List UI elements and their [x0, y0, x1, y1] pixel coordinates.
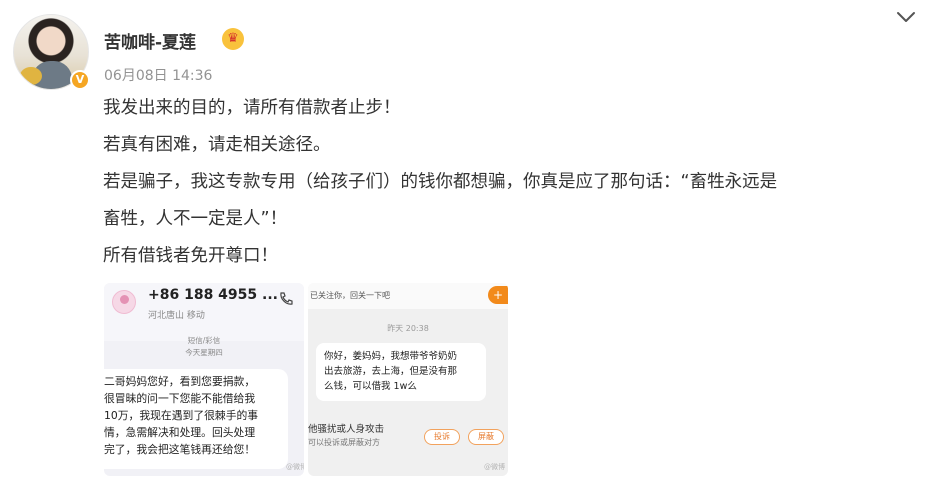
chevron-down-icon[interactable]: [893, 6, 919, 28]
dm-report-panel: 他骚扰或人身攻击 可以投诉或屏蔽对方 投诉 屏蔽: [308, 419, 508, 455]
image-watermark: @微博: [484, 463, 505, 471]
post-image-dm[interactable]: 已关注你，回关一下吧 + 昨天 20:38 你好，姜妈妈，我想带爷爷奶奶 出去旅…: [308, 283, 508, 476]
dm-time: 昨天 20:38: [387, 324, 429, 333]
post-timestamp[interactable]: 06月08日 14:36: [104, 65, 212, 85]
post-line: 我发出来的目的，请所有借款者止步！: [103, 98, 401, 118]
contact-avatar-icon: [112, 290, 136, 314]
sms-message-line: 完了，我会把这笔钱再还给您！: [104, 443, 256, 456]
post-line: 畜牲，人不一定是人”！: [103, 209, 288, 229]
avatar-flowers: [20, 67, 42, 85]
sms-message-line: 二哥妈妈您好，看到您要捐款，: [104, 375, 256, 388]
dm-panel-text: 他骚扰或人身攻击: [308, 424, 385, 435]
dm-follow-notice: 已关注你，回关一下吧: [308, 283, 508, 309]
post-line: 若是骗子，我这专款专用（给孩子们）的钱你都想骗，你真是应了那句话：“畜牲永远是: [103, 172, 778, 192]
author-name[interactable]: 苦咖啡-夏莲: [104, 28, 196, 53]
dm-message-line: 么钱，可以借我 1w么: [324, 381, 417, 392]
sms-location: 河北唐山 移动: [148, 311, 205, 321]
crown-icon[interactable]: ♛: [222, 28, 244, 50]
image-watermark: @微博: [286, 463, 304, 471]
dm-block-button: 屏蔽: [468, 429, 504, 445]
sms-message-line: 10万，我现在遇到了很棘手的事: [104, 409, 259, 422]
dm-report-button: 投诉: [424, 429, 460, 445]
sms-message-bubble: 二哥妈妈您好，看到您要捐款， 很冒昧的问一下您能不能借给我 10万，我现在遇到了…: [104, 369, 288, 469]
follow-plus-icon: +: [488, 286, 508, 304]
post-body: 我发出来的目的，请所有借款者止步！ 若真有困难，请走相关途径。 若是骗子，我这专…: [103, 90, 918, 275]
verified-badge: V: [70, 70, 90, 90]
dm-message-line: 你好，姜妈妈，我想带爷爷奶奶: [324, 351, 458, 362]
sms-type-label: 短信/彩信: [187, 336, 221, 345]
sms-message-line: 很冒昧的问一下您能不能借给我: [104, 392, 256, 405]
sms-phone-number: +86 188 4955 ...: [148, 287, 278, 303]
dm-panel-subtext: 可以投诉或屏蔽对方: [308, 438, 380, 447]
post-line: 若真有困难，请走相关途径。: [103, 135, 331, 155]
phone-call-icon: [280, 292, 293, 305]
dm-message-bubble: 你好，姜妈妈，我想带爷爷奶奶 出去旅游，去上海，但是没有那 么钱，可以借我 1w…: [316, 343, 486, 401]
sms-header: +86 188 4955 ... 河北唐山 移动: [104, 283, 304, 341]
post-line: 所有借钱者免开尊口！: [103, 246, 278, 266]
post-image-sms[interactable]: +86 188 4955 ... 河北唐山 移动 短信/彩信 今天星期四 二哥妈…: [104, 283, 304, 476]
dm-message-line: 出去旅游，去上海，但是没有那: [324, 366, 458, 377]
sms-message-line: 情，急需解决和处理。回头处理: [104, 426, 256, 439]
sms-day-label: 今天星期四: [185, 348, 223, 357]
